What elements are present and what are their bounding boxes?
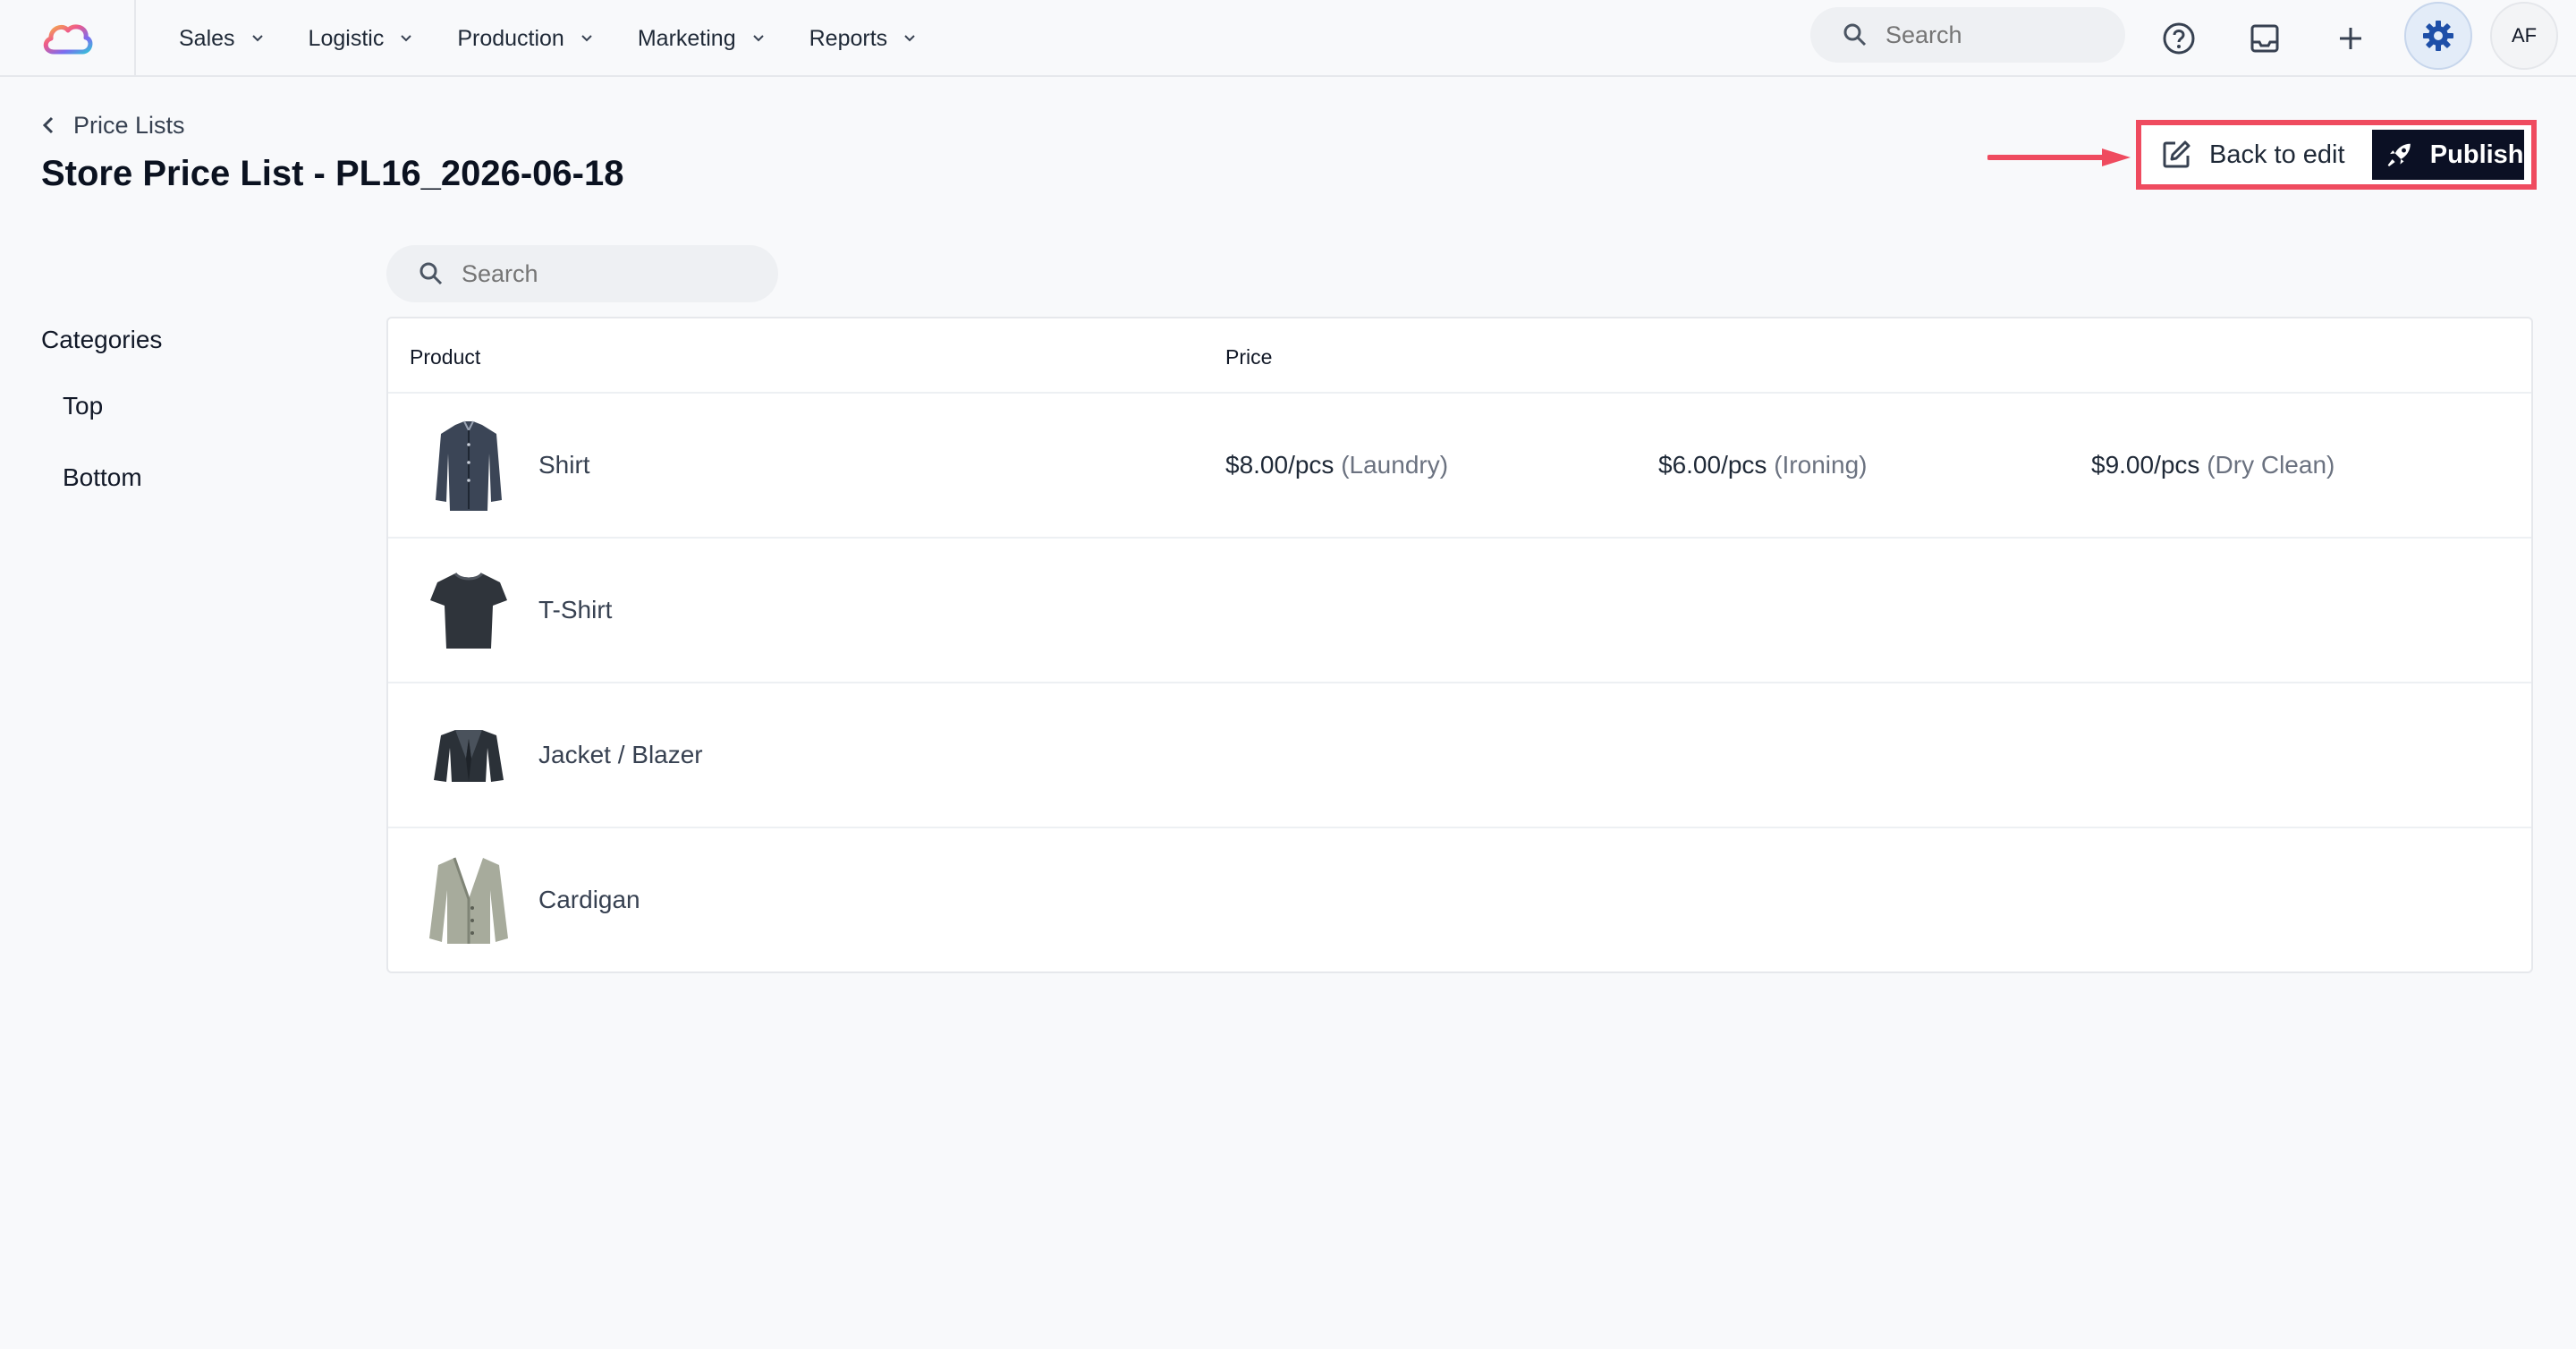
publish-label: Publish — [2429, 140, 2524, 169]
product-thumbnail — [420, 418, 517, 514]
nav-label: Sales — [179, 25, 235, 51]
table-row[interactable]: T-Shirt — [388, 539, 2531, 683]
chevron-down-icon — [904, 35, 915, 42]
column-header-product: Product — [410, 345, 481, 369]
global-search[interactable] — [1810, 7, 2125, 63]
shirt-icon — [436, 420, 502, 511]
product-thumbnail — [420, 708, 517, 804]
nav-label: Marketing — [637, 25, 736, 51]
help-icon — [2163, 22, 2195, 55]
rocket-icon — [2387, 143, 2411, 167]
product-thumbnail — [420, 563, 517, 659]
chevron-down-icon — [401, 35, 412, 42]
inbox-icon — [2250, 24, 2279, 53]
table-row[interactable]: Shirt $8.00/pcs (Laundry) $6.00/pcs (Iro… — [388, 394, 2531, 539]
nav-label: Production — [457, 25, 564, 51]
back-to-edit-button[interactable]: Back to edit — [2161, 132, 2345, 178]
nav-reports[interactable]: Reports — [809, 0, 919, 77]
user-avatar[interactable]: AF — [2490, 2, 2558, 70]
edit-icon — [2163, 140, 2190, 168]
table-row[interactable]: Jacket / Blazer — [388, 683, 2531, 828]
price-table: Product Price Shirt $8.00/pcs (Laundry) … — [386, 317, 2533, 973]
add-button[interactable] — [2327, 15, 2374, 62]
settings-button[interactable] — [2404, 2, 2472, 70]
category-bottom[interactable]: Bottom — [63, 463, 142, 492]
page-title: Store Price List - PL16_2026-06-18 — [41, 154, 624, 193]
price-service: (Ironing) — [1774, 451, 1868, 479]
price-service: (Laundry) — [1341, 451, 1449, 479]
category-top[interactable]: Top — [63, 392, 103, 420]
chevron-left-icon — [42, 116, 54, 134]
chevron-down-icon — [752, 35, 764, 42]
gear-icon — [2423, 21, 2453, 51]
annotation-arrow-icon — [1987, 148, 2131, 166]
product-name: T-Shirt — [538, 596, 613, 624]
price-dry-clean: $9.00/pcs (Dry Clean) — [2091, 451, 2334, 479]
cardigan-icon — [429, 857, 508, 944]
help-button[interactable] — [2156, 15, 2202, 62]
top-navigation-bar: Sales Logistic Production Marketing Repo… — [0, 0, 2576, 77]
nav-marketing[interactable]: Marketing — [638, 0, 767, 77]
table-header: Product Price — [388, 318, 2531, 394]
table-row[interactable]: Cardigan — [388, 828, 2531, 973]
nav-logistic[interactable]: Logistic — [309, 0, 415, 77]
product-thumbnail — [420, 853, 517, 949]
price-amount: $6.00/pcs — [1658, 451, 1767, 479]
publish-button[interactable]: Publish — [2371, 130, 2524, 180]
product-search-input[interactable] — [460, 259, 674, 289]
plus-icon — [2340, 28, 2361, 49]
avatar-initials: AF — [2511, 24, 2538, 47]
highlighted-action-group: Back to edit Publish — [2136, 120, 2537, 190]
nav-sales[interactable]: Sales — [179, 0, 266, 77]
nav-production[interactable]: Production — [457, 0, 595, 77]
chevron-down-icon — [251, 35, 263, 42]
search-icon — [419, 262, 443, 285]
global-search-input[interactable] — [1884, 20, 2098, 50]
price-laundry: $8.00/pcs (Laundry) — [1225, 451, 1448, 479]
price-amount: $8.00/pcs — [1225, 451, 1335, 479]
main-nav: Sales Logistic Production Marketing Repo… — [179, 0, 961, 77]
cloud-logo-icon — [43, 24, 93, 55]
product-name: Jacket / Blazer — [538, 741, 703, 768]
column-header-price: Price — [1225, 345, 1273, 369]
search-icon — [1843, 23, 1867, 47]
product-name: Cardigan — [538, 886, 640, 913]
nav-label: Logistic — [308, 25, 385, 51]
t-shirt-icon — [430, 572, 507, 649]
price-amount: $9.00/pcs — [2091, 451, 2200, 479]
breadcrumb-label: Price Lists — [73, 111, 185, 139]
app-logo[interactable] — [0, 0, 136, 77]
product-search[interactable] — [386, 245, 778, 302]
product-name: Shirt — [538, 451, 590, 479]
jacket-icon — [434, 730, 504, 782]
back-to-edit-label: Back to edit — [2209, 140, 2345, 169]
price-service: (Dry Clean) — [2207, 451, 2335, 479]
nav-label: Reports — [809, 25, 888, 51]
inbox-button[interactable] — [2241, 15, 2288, 62]
categories-heading: Categories — [41, 326, 163, 353]
price-ironing: $6.00/pcs (Ironing) — [1658, 451, 1867, 479]
chevron-down-icon — [581, 35, 592, 42]
breadcrumb-back-link[interactable]: Price Lists — [41, 109, 185, 141]
